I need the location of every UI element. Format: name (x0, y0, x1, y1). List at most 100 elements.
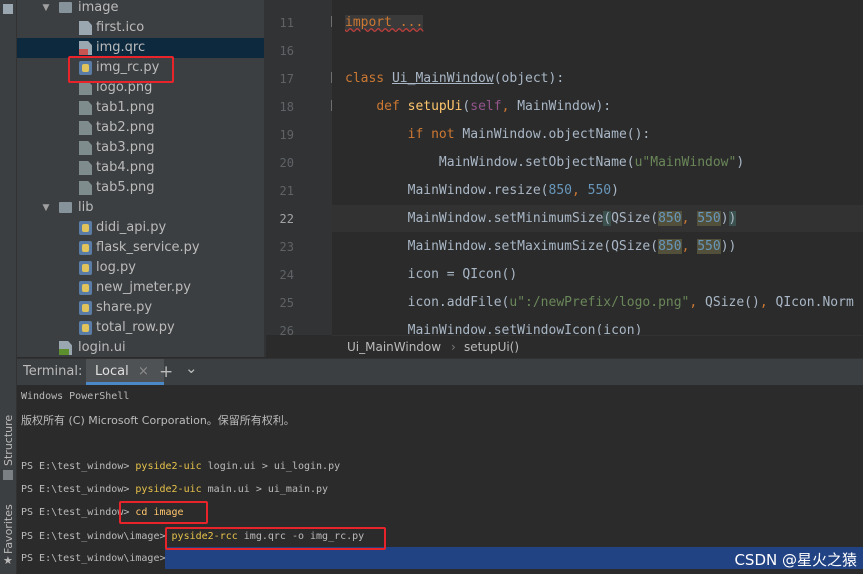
favorites-tool-tab[interactable]: Favorites (2, 504, 15, 554)
tree-item-label: didi_api.py (96, 220, 167, 235)
line-number: 26 (279, 324, 294, 338)
tab-local[interactable]: Local × (86, 359, 164, 385)
code-line: def setupUi(self, MainWindow): (376, 99, 612, 114)
tree-item-tab5-png[interactable]: tab5.png (17, 178, 264, 198)
tree-item-tab1-png[interactable]: tab1.png (17, 98, 264, 118)
terminal-label: Terminal: (23, 364, 83, 379)
line-number: 11 (279, 16, 294, 30)
tree-item-didi-api-py[interactable]: didi_api.py (17, 218, 264, 238)
python-file-icon (79, 321, 92, 335)
terminal-output[interactable]: Windows PowerShell 版权所有 (C) Microsoft Co… (17, 385, 863, 574)
tree-item-img-qrc[interactable]: img.qrc (17, 38, 264, 58)
tree-item-login-ui[interactable]: login.ui (17, 338, 264, 357)
tree-item-total-row-py[interactable]: total_row.py (17, 318, 264, 338)
prompt: PS E:\test_window> (21, 507, 130, 518)
tree-item-label: log.py (96, 260, 136, 275)
terminal-line: PS E:\test_window> pyside2-uic main.ui >… (21, 483, 328, 497)
image-file-icon (79, 121, 92, 135)
tree-item-new-jmeter-py[interactable]: new_jmeter.py (17, 278, 264, 298)
breadcrumb-method[interactable]: setupUi() (464, 336, 519, 358)
chevron-down-icon[interactable]: ▼ (41, 0, 51, 18)
line-number: 18 (279, 100, 294, 114)
tree-item-label: new_jmeter.py (96, 280, 191, 295)
command-args: login.ui > ui_login.py (201, 461, 341, 472)
file-icon (79, 21, 92, 35)
tree-item-label: tab2.png (96, 120, 155, 135)
terminal-line: PS E:\test_window> pyside2-uic login.ui … (21, 460, 340, 474)
tree-item-label: tab5.png (96, 180, 155, 195)
image-file-icon (79, 161, 92, 175)
code-line: icon = QIcon() (345, 267, 518, 282)
command-args: main.ui > ui_main.py (201, 484, 329, 495)
chevron-down-icon[interactable]: ⌄ (185, 355, 198, 381)
breadcrumb-class[interactable]: Ui_MainWindow (347, 336, 441, 358)
code-line: class Ui_MainWindow(object): (345, 71, 565, 86)
code-line-current: MainWindow.setMinimumSize(QSize(850, 550… (345, 211, 737, 226)
terminal-header: Terminal: Local × + ⌄ (17, 358, 863, 386)
prompt: PS E:\test_window\image> (21, 553, 166, 564)
tree-folder-image[interactable]: ▼ image (17, 0, 264, 18)
line-number-current: 22 (279, 212, 294, 226)
tree-item-label: login.ui (78, 340, 126, 355)
structure-tool-tab[interactable]: Structure (2, 415, 15, 466)
tree-folder-lib[interactable]: ▼ lib (17, 198, 264, 218)
image-file-icon (79, 141, 92, 155)
tree-item-share-py[interactable]: share.py (17, 298, 264, 318)
terminal-line: Windows PowerShell (21, 391, 130, 402)
highlight-box-rcc-command (165, 527, 386, 550)
code-line: import ... (345, 13, 424, 33)
tree-item-tab2-png[interactable]: tab2.png (17, 118, 264, 138)
highlight-box-img-rc (68, 56, 174, 83)
highlight-box-cd-image (119, 501, 208, 524)
python-file-icon (79, 221, 92, 235)
code-editor[interactable]: import ... class Ui_MainWindow(object): … (332, 0, 863, 335)
tree-item-label: flask_service.py (96, 240, 200, 255)
left-tool-strip: Structure Favorites ★ (0, 0, 17, 574)
code-line: MainWindow.resize(850, 550) (345, 183, 619, 198)
project-tree: ▼ image first.ico img.qrc img_rc.py logo… (17, 0, 264, 357)
add-tab-icon[interactable]: + (159, 359, 173, 385)
tree-item-label: tab1.png (96, 100, 155, 115)
image-file-icon (79, 181, 92, 195)
code-line: if not MainWindow.objectName(): (407, 127, 651, 142)
chevron-down-icon[interactable]: ▼ (41, 198, 51, 218)
project-icon[interactable] (3, 4, 13, 14)
tree-item-first-ico[interactable]: first.ico (17, 18, 264, 38)
image-file-icon (79, 101, 92, 115)
prompt: PS E:\test_window> (21, 461, 130, 472)
tree-item-tab4-png[interactable]: tab4.png (17, 158, 264, 178)
code-line: MainWindow.setWindowIcon(icon) (345, 323, 643, 335)
line-number: 20 (279, 156, 294, 170)
tree-item-label: tab4.png (96, 160, 155, 175)
tree-item-label: share.py (96, 300, 153, 315)
python-file-icon (79, 301, 92, 315)
chevron-right-icon: › (451, 340, 456, 354)
tab-local-label: Local (95, 364, 129, 379)
line-number: 25 (279, 296, 294, 310)
line-number: 19 (279, 128, 294, 142)
star-icon: ★ (3, 554, 13, 567)
code-line: icon.addFile(u":/newPrefix/logo.png", QS… (345, 295, 854, 310)
tree-item-log-py[interactable]: log.py (17, 258, 264, 278)
tree-item-label: lib (78, 200, 94, 215)
terminal-line: PS E:\test_window\image> (21, 552, 166, 566)
tree-item-flask-service-py[interactable]: flask_service.py (17, 238, 264, 258)
close-icon[interactable]: × (138, 359, 149, 385)
watermark: CSDN @星火之猿 (734, 551, 857, 569)
tree-item-tab3-png[interactable]: tab3.png (17, 138, 264, 158)
tree-item-label: total_row.py (96, 320, 175, 335)
terminal-line: 版权所有 (C) Microsoft Corporation。保留所有权利。 (21, 414, 295, 427)
line-number: 23 (279, 240, 294, 254)
folder-icon (59, 2, 72, 13)
prompt: PS E:\test_window\image> (21, 531, 166, 542)
image-file-icon (79, 81, 92, 95)
ui-file-icon (59, 341, 72, 355)
folded-import[interactable]: import ... (345, 15, 424, 30)
tree-item-label: image (78, 0, 119, 15)
tree-item-label: img.qrc (96, 40, 146, 55)
breadcrumb: Ui_MainWindow › setupUi() (332, 335, 863, 358)
line-number: 24 (279, 268, 294, 282)
prompt: PS E:\test_window> (21, 484, 130, 495)
code-line: MainWindow.setObjectName(u"MainWindow") (345, 155, 745, 170)
line-number: 21 (279, 184, 294, 198)
